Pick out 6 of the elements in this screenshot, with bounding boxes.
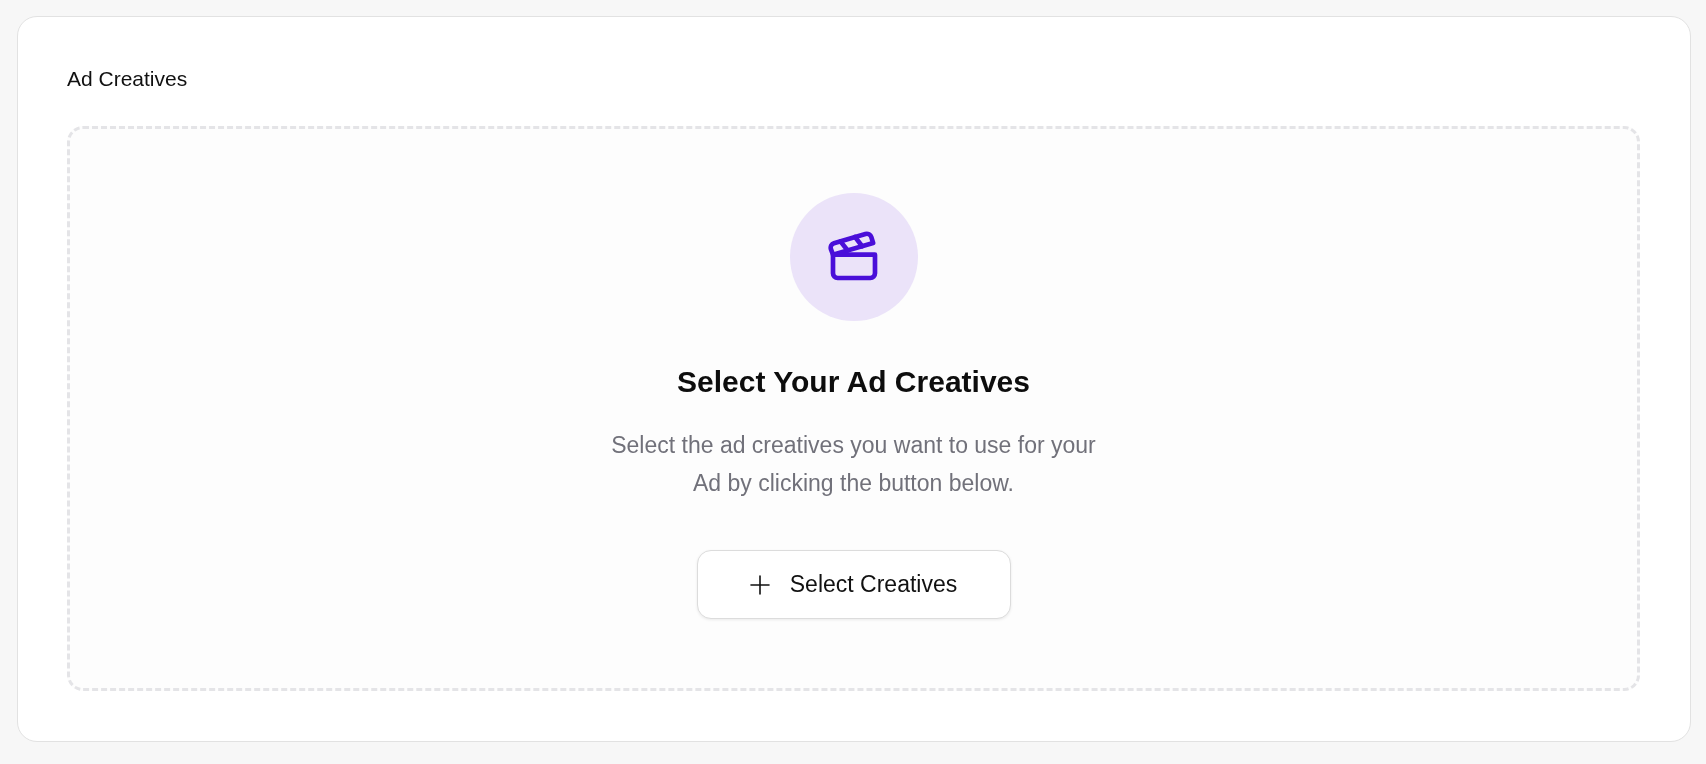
plus-icon (749, 574, 770, 595)
select-creatives-button[interactable]: Select Creatives (696, 550, 1011, 619)
clapperboard-icon (789, 193, 918, 321)
empty-state-description: Select the ad creatives you want to use for your Ad by clicking the button below. (610, 431, 1097, 498)
empty-state-heading: Select Your Ad Creatives (677, 364, 1030, 400)
section-title: Ad Creatives (67, 66, 188, 92)
